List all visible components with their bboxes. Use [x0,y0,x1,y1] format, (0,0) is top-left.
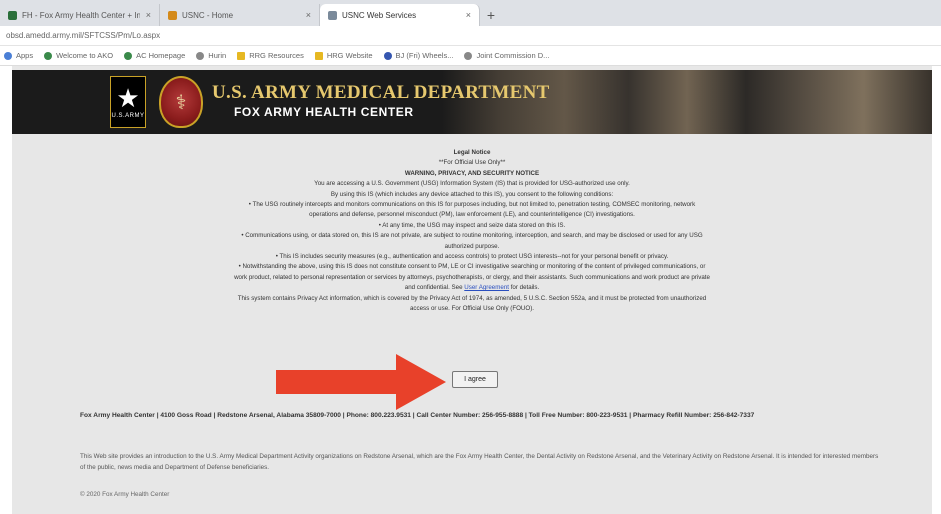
bookmark-icon [196,51,205,60]
bookmark-label: AC Homepage [136,51,186,60]
browser-tab-bar: FH - Fox Army Health Center + Internet ×… [0,0,941,26]
notice-text: and confidential. See [404,284,465,292]
bookmark-label: Apps [16,51,34,60]
notice-fouo: **For Official Use Only** [438,159,506,167]
notice-line: operations and defense, personnel miscon… [309,211,635,219]
bookmark-joint-commission[interactable]: Joint Commission D... [464,51,549,60]
notice-line: authorized purpose. [444,242,500,250]
bookmark-ako[interactable]: Welcome to AKO [44,51,113,60]
red-arrow-annotation [276,354,446,410]
arrow-shape [276,354,446,410]
bookmark-icon [124,51,133,60]
notice-line: • The USG routinely intercepts and monit… [248,201,696,209]
notice-privacy-line: access or use. For Official Use Only (FO… [409,305,534,313]
bookmark-bj-wheels[interactable]: BJ (Fri) Wheels... [383,51,454,60]
bookmark-label: Welcome to AKO [56,51,114,60]
notice-line: • Notwithstanding the above, using this … [238,263,706,271]
bookmark-icon [44,51,53,60]
bookmark-icon [383,51,392,60]
header-banner: ★ U.S.ARMY ⚕ U.S. ARMY MEDICAL DEPARTMEN… [12,70,932,134]
page-favicon-icon [328,10,337,20]
apps-icon [4,51,12,60]
bookmark-label: RRG Resources [249,51,304,60]
bookmark-hurin[interactable]: Hurin [196,51,226,60]
legal-notice: Legal Notice **For Official Use Only** W… [52,148,892,315]
page-content: ★ U.S.ARMY ⚕ U.S. ARMY MEDICAL DEPARTMEN… [12,66,932,514]
bookmark-label: HRG Website [326,51,373,60]
contact-info: Fox Army Health Center | 4100 Goss Road … [80,412,755,419]
amedd-seal-logo: ⚕ [159,76,203,128]
bookmark-icon [464,51,473,60]
browser-tab-usnc-home[interactable]: USNC - Home × [160,4,320,26]
tab-label: FH - Fox Army Health Center + Internet [22,10,140,20]
new-tab-button[interactable]: + [480,4,502,26]
address-bar[interactable]: obsd.amedd.army.mil/SFTCSS/Pm/Lo.aspx [0,26,941,46]
fox-favicon-icon [8,10,17,20]
notice-text: for details. [508,284,540,292]
notice-line: • Communications using, or data stored o… [241,232,703,240]
site-intro: This Web site provides an introduction t… [80,453,879,471]
i-agree-button[interactable]: I agree [452,371,498,388]
url-text[interactable]: obsd.amedd.army.mil/SFTCSS/Pm/Lo.aspx [6,31,160,40]
banner-subtitle: FOX ARMY HEALTH CENTER [234,105,414,119]
usnc-favicon-icon [168,10,177,20]
close-icon[interactable]: × [146,10,151,20]
folder-icon [237,51,246,60]
banner-title: U.S. ARMY MEDICAL DEPARTMENT [212,82,550,103]
notice-line: work product, related to personal repres… [234,273,710,281]
notice-privacy-line: This system contains Privacy Act informa… [237,294,707,302]
notice-line: By using this IS (which includes any dev… [330,190,614,198]
bookmark-label: BJ (Fri) Wheels... [395,51,454,60]
notice-warning-title: WARNING, PRIVACY, AND SECURITY NOTICE [404,169,540,177]
browser-tab-fox-army[interactable]: FH - Fox Army Health Center + Internet × [0,4,160,26]
notice-heading: Legal Notice [453,149,491,156]
bookmark-hrg-website[interactable]: HRG Website [314,51,373,60]
bookmark-ac-homepage[interactable]: AC Homepage [124,51,185,60]
bookmark-apps[interactable]: Apps [4,51,33,60]
bookmark-rrg-resources[interactable]: RRG Resources [237,51,304,60]
close-icon[interactable]: × [306,10,311,20]
tab-label: USNC - Home [182,10,234,20]
copyright: © 2020 Fox Army Health Center [80,491,170,498]
army-logo-text: U.S.ARMY [111,113,145,119]
bookmark-label: Joint Commission D... [476,51,550,60]
bookmarks-bar: Apps Welcome to AKO AC Homepage Hurin RR… [0,46,941,66]
folder-icon [314,51,323,60]
bookmark-label: Hurin [208,51,227,60]
notice-line: • This IS includes security measures (e.… [275,253,669,261]
tab-label: USNC Web Services [342,10,417,20]
notice-line: • At any time, the USG may inspect and s… [378,221,566,229]
close-icon[interactable]: × [466,10,471,20]
caduceus-icon: ⚕ [175,91,187,114]
notice-line: You are accessing a U.S. Government (USG… [314,180,630,188]
browser-tab-usnc-web-services[interactable]: USNC Web Services × [320,4,480,26]
notice-line-confidential: and confidential. See User Agreement for… [52,283,892,293]
army-star-logo: ★ U.S.ARMY [110,76,146,128]
star-icon: ★ [116,83,140,113]
user-agreement-link[interactable]: User Agreement [464,284,509,291]
